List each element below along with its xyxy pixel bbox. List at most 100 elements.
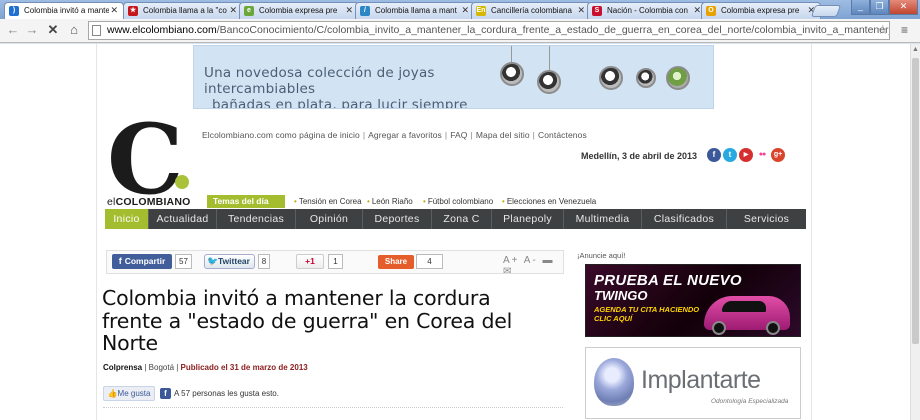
nav-tendencias[interactable]: Tendencias xyxy=(217,209,296,229)
nav-planepoly[interactable]: Planepoly xyxy=(492,209,564,229)
earring-image xyxy=(537,70,561,94)
ad-label[interactable]: ¡Anuncie aquí! xyxy=(577,251,625,260)
link-sitemap[interactable]: Mapa del sitio xyxy=(476,130,530,140)
link-favorites[interactable]: Agregar a favoritos xyxy=(368,130,442,140)
youtube-icon[interactable]: ▶ xyxy=(739,148,753,162)
twingo-ad-line-2: TWINGO xyxy=(594,288,648,303)
nav-multimedia[interactable]: Multimedia xyxy=(564,209,642,229)
twingo-ad-line-1: PRUEBA EL NUEVO xyxy=(594,272,742,289)
tab-title: Colombia llama a la "co xyxy=(143,6,227,15)
article-byline: Colprensa | Bogotá | Publicado el 31 de … xyxy=(103,363,308,372)
tab-title: Colombia expresa pre xyxy=(721,6,800,15)
page-icon xyxy=(92,25,101,36)
tab-title: Colombia invitó a mantener xyxy=(24,6,109,15)
logo-wordmark[interactable]: elCOLOMBIANO xyxy=(107,196,191,208)
tema-link[interactable]: • Fútbol colombiano xyxy=(423,195,493,208)
nav-opinion[interactable]: Opinión xyxy=(296,209,363,229)
tab-favicon: O xyxy=(706,6,716,16)
bookmark-star-icon[interactable]: ☆ xyxy=(877,22,889,38)
close-tab-icon[interactable]: ✕ xyxy=(229,3,237,18)
link-contact[interactable]: Contáctenos xyxy=(538,130,587,140)
green-charm-image xyxy=(666,66,690,90)
gplus-count: 1 xyxy=(328,254,343,269)
tema-link[interactable]: • León Riaño xyxy=(367,195,413,208)
main-nav: Inicio Actualidad Tendencias Opinión Dep… xyxy=(105,209,806,229)
restore-button[interactable]: ❐ xyxy=(870,0,889,15)
article-city: Bogotá xyxy=(148,363,175,372)
share-bar: f Compartir 57 🐦 Twittear 8 +1 1 Share 4 A… xyxy=(106,250,564,277)
scrollbar-thumb[interactable] xyxy=(912,58,919,344)
close-tab-icon[interactable]: ✕ xyxy=(461,3,469,18)
tab-4[interactable]: / Colombia llama a mant ✕ xyxy=(355,2,475,19)
twitter-bird-icon: 🐦 xyxy=(207,256,219,266)
address-bar[interactable]: www.elcolombiano.com/BancoConocimiento/C… xyxy=(88,21,890,40)
nav-inicio[interactable]: Inicio xyxy=(105,209,149,229)
tema-link[interactable]: • Elecciones en Venezuela xyxy=(502,195,596,208)
new-tab-button[interactable] xyxy=(810,5,842,17)
facebook-share-button[interactable]: f Compartir xyxy=(112,254,172,269)
link-faq[interactable]: FAQ xyxy=(450,130,467,140)
nav-actualidad[interactable]: Actualidad xyxy=(149,209,217,229)
gplus-button[interactable]: +1 xyxy=(296,254,324,269)
facebook-share-count: 57 xyxy=(175,254,192,269)
logo-prefix: el xyxy=(107,196,116,208)
top-links: Elcolombiano.com como página de inicio | A… xyxy=(202,130,587,140)
googleplus-icon[interactable]: g+ xyxy=(771,148,785,162)
scroll-up-arrow-icon[interactable]: ▲ xyxy=(912,46,919,54)
nav-deportes[interactable]: Deportes xyxy=(363,209,432,229)
tab-6[interactable]: S Nación - Colombia con ✕ xyxy=(587,2,707,19)
twingo-ad-cta: AGENDA TU CITA HACIENDO CLIC AQUÍ xyxy=(594,305,700,323)
page-viewport: Una novedosa colección de joyas intercam… xyxy=(0,44,910,420)
tab-1[interactable]: ) Colombia invitó a mantener ✕ xyxy=(4,2,124,19)
share-button[interactable]: Share xyxy=(378,255,414,269)
logo-dot xyxy=(175,175,189,189)
close-tab-icon[interactable]: ✕ xyxy=(577,3,585,18)
temas-label: Temas del día xyxy=(207,195,285,208)
tab-favicon: / xyxy=(360,6,370,16)
jewelry-banner-ad[interactable]: Una novedosa colección de joyas intercam… xyxy=(193,45,714,109)
close-tab-icon[interactable]: ✕ xyxy=(110,3,118,18)
tema-link[interactable]: • Tensión en Corea xyxy=(294,195,362,208)
tab-5[interactable]: En Cancillería colombiana ✕ xyxy=(471,2,591,19)
tab-favicon: ★ xyxy=(128,6,138,16)
nav-clasificados[interactable]: Clasificados xyxy=(642,209,727,229)
earring-hook xyxy=(549,46,550,70)
stop-icon[interactable]: ✕ xyxy=(45,22,61,38)
browser-toolbar: ← → ✕ ⌂ www.elcolombiano.com/BancoConoci… xyxy=(0,19,920,43)
back-icon[interactable]: ← xyxy=(5,22,21,38)
nav-zona-c[interactable]: Zona C xyxy=(432,209,492,229)
close-window-button[interactable]: ✕ xyxy=(889,0,918,15)
like-label: Me gusta xyxy=(117,389,151,398)
tab-strip: ) Colombia invitó a mantener ✕ ★ Colombi… xyxy=(0,0,920,19)
close-tab-icon[interactable]: ✕ xyxy=(345,3,353,18)
font-size-tools[interactable]: A+ A- ▬ ✉ xyxy=(503,255,563,277)
url-host: www.elcolombiano.com xyxy=(107,24,217,36)
tab-7[interactable]: O Colombia expresa pre ✕ xyxy=(701,2,821,19)
nav-servicios[interactable]: Servicios xyxy=(727,209,806,229)
close-tab-icon[interactable]: ✕ xyxy=(693,3,701,18)
twingo-ad[interactable]: PRUEBA EL NUEVO TWINGO AGENDA TU CITA HA… xyxy=(585,264,801,337)
twitter-share-button[interactable]: 🐦 Twittear xyxy=(204,254,255,269)
twitter-share-label: Twittear xyxy=(218,256,250,266)
tab-2[interactable]: ★ Colombia llama a la "co ✕ xyxy=(123,2,243,19)
implant-brand: Implantarte xyxy=(641,366,761,394)
tab-favicon: e xyxy=(244,6,254,16)
ring-image xyxy=(636,68,656,88)
menu-icon[interactable]: ≡ xyxy=(901,23,908,37)
forward-icon[interactable]: → xyxy=(24,22,40,38)
link-homepage[interactable]: Elcolombiano.com como página de inicio xyxy=(202,130,360,140)
facebook-icon[interactable]: f xyxy=(707,148,721,162)
implantarte-ad[interactable]: Implantarte Odontología Especializada xyxy=(585,347,801,419)
page-container: Una novedosa colección de joyas intercam… xyxy=(96,44,812,420)
facebook-like-button[interactable]: 👍Me gusta xyxy=(103,386,155,401)
site-logo[interactable]: C xyxy=(107,112,183,208)
tab-3[interactable]: e Colombia expresa pre ✕ xyxy=(239,2,359,19)
tab-title: Colombia expresa pre xyxy=(259,6,338,15)
tab-title: Colombia llama a mant xyxy=(375,6,457,15)
facebook-share-label: Compartir xyxy=(124,256,166,266)
minimize-button[interactable]: _ xyxy=(851,0,870,15)
twitter-icon[interactable]: t xyxy=(723,148,737,162)
like-count-text: A 57 personas les gusta esto. xyxy=(174,389,279,398)
home-icon[interactable]: ⌂ xyxy=(66,22,82,38)
flickr-icon[interactable]: ●● xyxy=(755,148,769,162)
